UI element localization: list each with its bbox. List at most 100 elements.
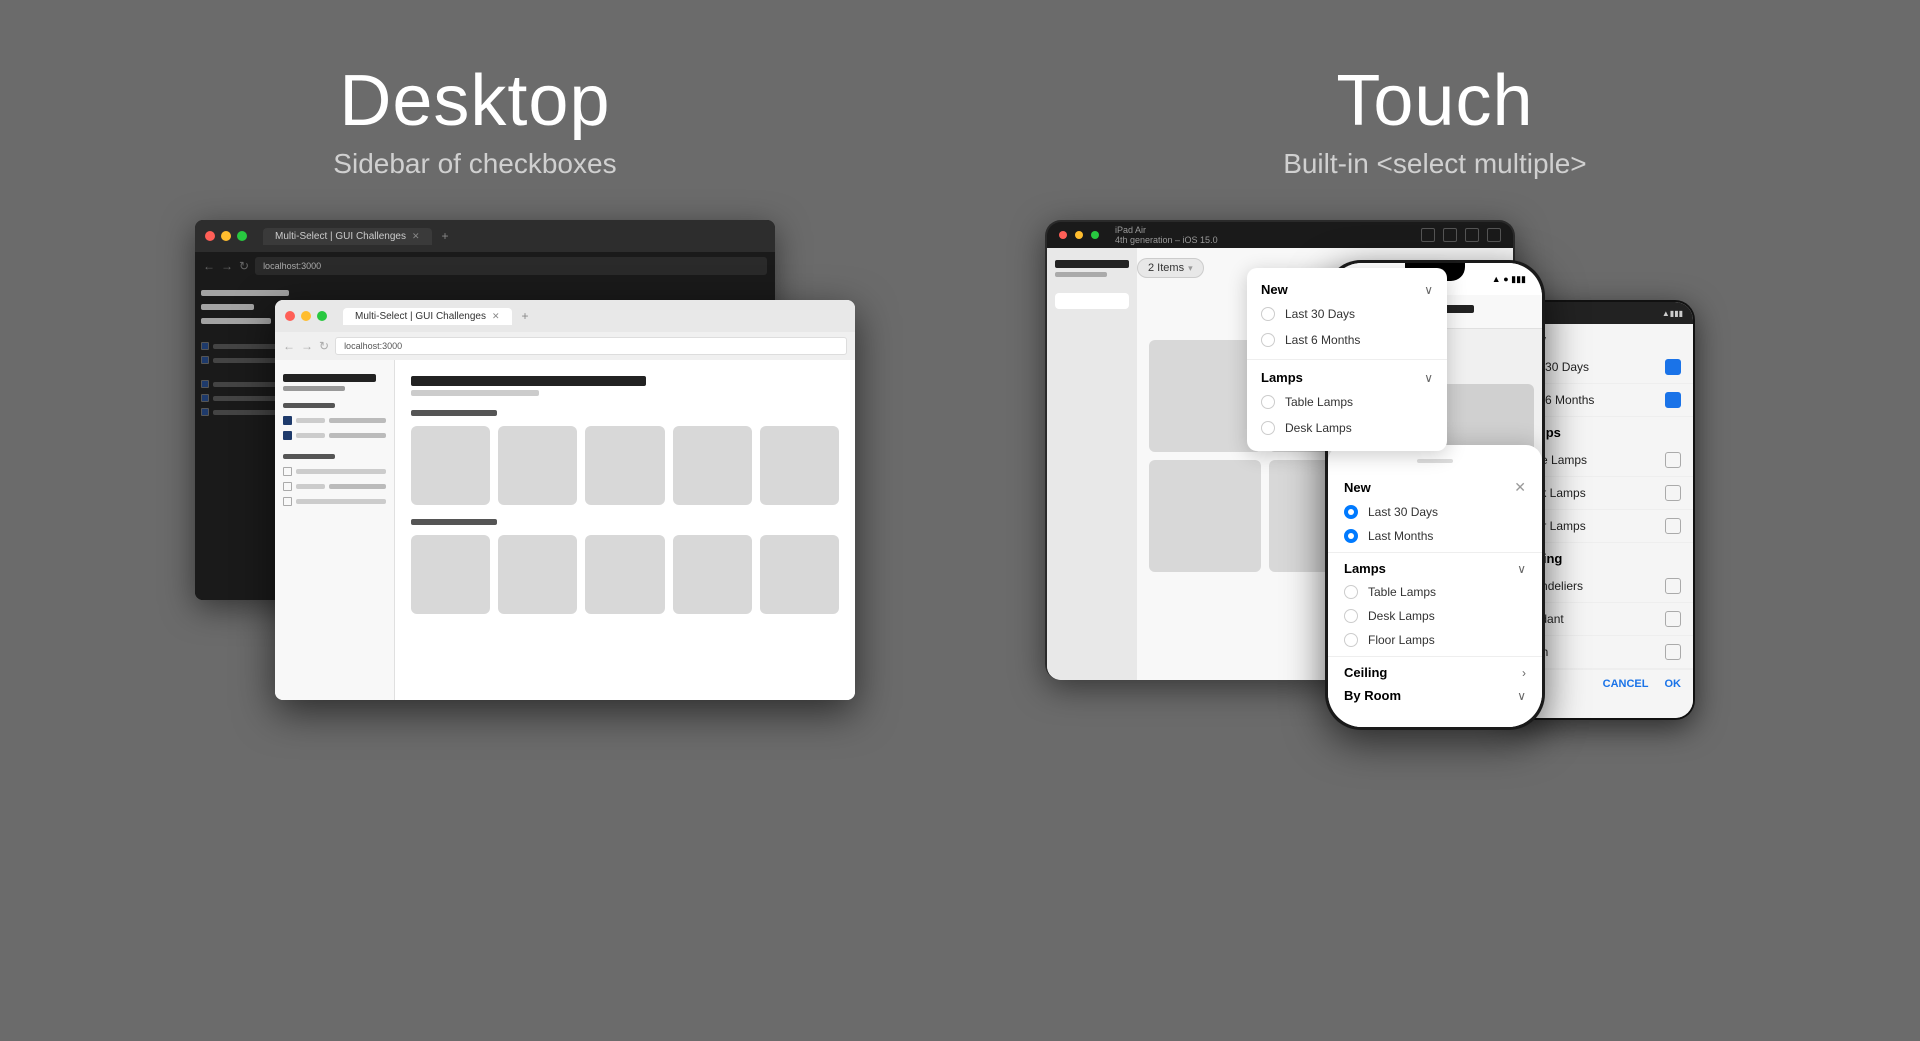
dp-radio-last30[interactable]	[1261, 307, 1275, 321]
tab-close-icon-front[interactable]: ✕	[492, 311, 500, 322]
browser-tab-back[interactable]: Multi-Select | GUI Challenges ✕	[263, 228, 432, 245]
grid-cell-6	[411, 535, 490, 614]
android-cb-pendant[interactable]	[1665, 611, 1681, 627]
ip-divider-2	[1328, 656, 1542, 657]
window-close-dot-front	[285, 311, 295, 321]
dp-item-desk-lamps[interactable]: Desk Lamps	[1247, 415, 1447, 441]
android-cb-table-lamps[interactable]	[1665, 452, 1681, 468]
dp-radio-last6[interactable]	[1261, 333, 1275, 347]
dp-section-new: New ∨	[1247, 278, 1447, 301]
sf-item-line-1	[296, 418, 325, 423]
ip-item-floor-lamps[interactable]: Floor Lamps	[1328, 628, 1542, 652]
address-bar-front[interactable]: localhost:3000	[335, 337, 847, 355]
ip-ceiling-chevron[interactable]: ›	[1522, 666, 1526, 680]
ipad-icon-apps	[1487, 228, 1501, 242]
dp-divider-1	[1247, 359, 1447, 360]
sidebar-cb-2[interactable]	[201, 356, 209, 364]
grid-cell-10	[760, 535, 839, 614]
android-status-icons: ▲▮▮▮	[1662, 309, 1683, 318]
ip-section-lamps: Lamps ∨	[1328, 557, 1542, 580]
ipad-dot-yellow	[1075, 231, 1083, 239]
reload-nav-icon[interactable]: ↻	[239, 259, 249, 273]
sidebar-cb-4[interactable]	[201, 394, 209, 402]
tab-close-icon[interactable]: ✕	[412, 231, 420, 242]
sf-cb-1[interactable]	[283, 416, 292, 425]
android-cb-last6[interactable]	[1665, 392, 1681, 408]
ip-radio-last6months[interactable]	[1344, 529, 1358, 543]
sf-cb-2[interactable]	[283, 431, 292, 440]
forward-nav-icon-front[interactable]: →	[301, 339, 313, 353]
product-grid-2	[411, 535, 839, 614]
ipad-ios-label: 4th generation – iOS 15.0	[1115, 235, 1218, 245]
ip-item-last6months[interactable]: Last Months	[1328, 524, 1542, 548]
sf-section-new	[283, 403, 335, 408]
sf-sub-line	[283, 386, 345, 391]
android-ok-button[interactable]: OK	[1665, 678, 1682, 690]
browser-addressbar-back: ← → ↻ localhost:3000	[195, 252, 775, 280]
sidebar-cb-5[interactable]	[201, 408, 209, 416]
android-cb-desk-lamps[interactable]	[1665, 485, 1681, 501]
ip-radio-floor-lamps[interactable]	[1344, 633, 1358, 647]
sidebar-cb-1[interactable]	[201, 342, 209, 350]
ip-new-title: New	[1344, 480, 1371, 495]
address-bar-back[interactable]: localhost:3000	[255, 257, 767, 275]
sf-item-line-3	[296, 469, 386, 474]
items-badge-ipad[interactable]: 2 Items ▾	[1137, 258, 1204, 278]
sf-cb-3[interactable]	[283, 467, 292, 476]
ip-radio-desk-lamps[interactable]	[1344, 609, 1358, 623]
sidebar-line-3	[201, 318, 271, 324]
ip-radio-last30[interactable]	[1344, 505, 1358, 519]
ip-label-last30: Last 30 Days	[1368, 505, 1438, 519]
dp-lamps-title: Lamps	[1261, 370, 1303, 385]
sidebar-line-2	[201, 304, 254, 310]
browser-titlebar-back: Multi-Select | GUI Challenges ✕ +	[195, 220, 775, 252]
dp-radio-table-lamps[interactable]	[1261, 395, 1275, 409]
back-nav-icon[interactable]: ←	[203, 259, 215, 273]
sheet-close-icon[interactable]: ✕	[1514, 479, 1526, 496]
ip-item-desk-lamps[interactable]: Desk Lamps	[1328, 604, 1542, 628]
window-maximize-dot	[237, 231, 247, 241]
ipad-icon-home	[1421, 228, 1435, 242]
dp-lamps-chevron[interactable]: ∨	[1424, 371, 1433, 385]
android-cancel-button[interactable]: CANCEL	[1603, 678, 1649, 690]
browser-tab-front[interactable]: Multi-Select | GUI Challenges ✕	[343, 308, 512, 325]
browser-addressbar-front: ← → ↻ localhost:3000	[275, 332, 855, 360]
reload-nav-icon-front[interactable]: ↻	[319, 339, 329, 353]
new-tab-icon-front[interactable]: +	[522, 309, 529, 323]
ipad-icon-settings	[1465, 228, 1479, 242]
sidebar-cb-3[interactable]	[201, 380, 209, 388]
dp-item-last6[interactable]: Last 6 Months	[1247, 327, 1447, 353]
ip-lamps-chevron[interactable]: ∨	[1517, 562, 1526, 576]
back-nav-icon-front[interactable]: ←	[283, 339, 295, 353]
android-cb-flush[interactable]	[1665, 644, 1681, 660]
sf-item-line-1b	[329, 418, 386, 423]
ip-item-last30[interactable]: Last 30 Days	[1328, 500, 1542, 524]
dp-new-chevron[interactable]: ∨	[1424, 283, 1433, 297]
dp-radio-desk-lamps[interactable]	[1261, 421, 1275, 435]
ipad-label-bar: iPad Air 4th generation – iOS 15.0	[1047, 222, 1513, 248]
dp-item-last30[interactable]: Last 30 Days	[1247, 301, 1447, 327]
ipad-sidebar	[1047, 248, 1137, 680]
touch-subtitle: Built-in <select multiple>	[1283, 148, 1586, 180]
ip-radio-table-lamps[interactable]	[1344, 585, 1358, 599]
badge-chevron-icon: ▾	[1188, 263, 1193, 274]
sf-cb-5[interactable]	[283, 497, 292, 506]
browser-body-front	[275, 360, 855, 700]
grid-cell-9	[673, 535, 752, 614]
window-minimize-dot	[221, 231, 231, 241]
android-cb-chandeliers[interactable]	[1665, 578, 1681, 594]
ip-byroom-title: By Room	[1344, 688, 1401, 703]
ip-label-last6months: Last Months	[1368, 529, 1433, 543]
android-cb-floor-lamps[interactable]	[1665, 518, 1681, 534]
dp-item-table-lamps[interactable]: Table Lamps	[1247, 389, 1447, 415]
forward-nav-icon[interactable]: →	[221, 259, 233, 273]
touch-title: Touch	[1283, 60, 1586, 142]
ipad-search-bar[interactable]	[1055, 293, 1129, 309]
new-tab-icon[interactable]: +	[442, 229, 449, 243]
ip-byroom-chevron[interactable]: ∨	[1517, 689, 1526, 703]
android-cb-last30[interactable]	[1665, 359, 1681, 375]
sf-cb-4[interactable]	[283, 482, 292, 491]
desktop-section-heading: Desktop Sidebar of checkboxes	[333, 60, 616, 180]
ip-item-table-lamps[interactable]: Table Lamps	[1328, 580, 1542, 604]
browser-tab-label-front: Multi-Select | GUI Challenges	[355, 311, 486, 322]
